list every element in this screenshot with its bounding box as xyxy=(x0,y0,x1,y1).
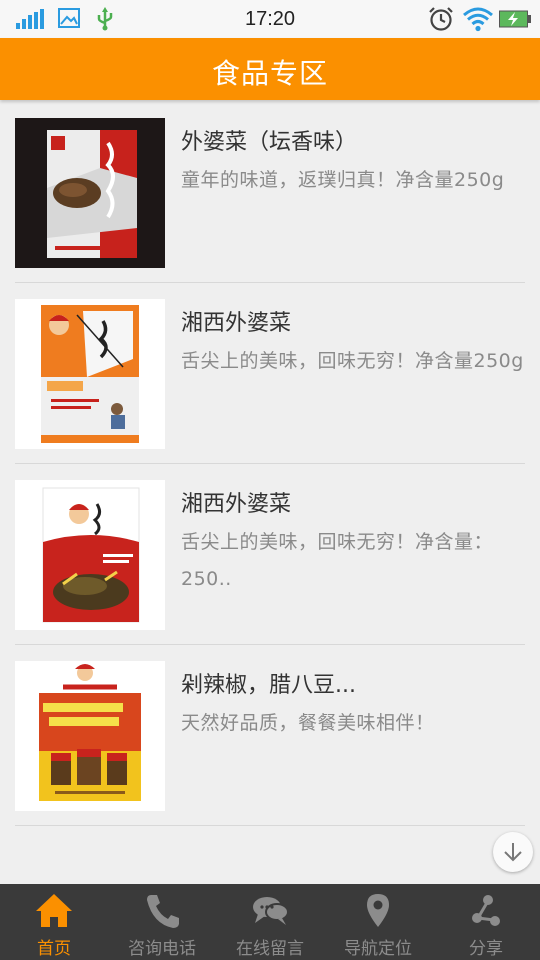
page-title: 食品专区 xyxy=(211,57,328,90)
product-description: 天然好品质，餐餐美味相伴！ xyxy=(181,712,435,734)
product-image[interactable] xyxy=(15,480,165,630)
home-icon xyxy=(36,894,72,927)
nav-item-share[interactable]: 分享 xyxy=(432,884,540,960)
phone-icon xyxy=(147,895,179,928)
nav-label: 分享 xyxy=(469,939,503,959)
nav-item-message[interactable]: 在线留言 xyxy=(216,884,324,960)
product-list-item[interactable]: 湘西外婆菜 舌尖上的美味，回味无穷！净含量：250.. xyxy=(0,464,540,645)
product-list-item[interactable]: 剁辣椒，腊八豆... 天然好品质，餐餐美味相伴！ xyxy=(0,645,540,826)
app-header: 食品专区 xyxy=(0,38,540,100)
alarm-clock-icon xyxy=(429,7,453,31)
product-title: 湘西外婆菜 xyxy=(181,492,292,517)
battery-charging-icon xyxy=(499,10,531,28)
nav-label: 首页 xyxy=(37,939,71,959)
product-title: 外婆菜（坛香味） xyxy=(181,130,358,155)
map-pin-icon xyxy=(367,894,389,927)
nav-label: 在线留言 xyxy=(236,939,304,959)
scroll-down-button[interactable] xyxy=(493,832,533,872)
share-icon xyxy=(472,895,500,926)
product-image[interactable] xyxy=(15,661,165,811)
clock-time: 17:20 xyxy=(244,8,296,30)
product-description: 舌尖上的美味，回味无穷！净含量250g xyxy=(181,350,524,372)
status-bar: 17:20 xyxy=(0,0,540,38)
product-image[interactable] xyxy=(15,118,165,268)
product-description: 舌尖上的美味，回味无穷！净含量：250.. xyxy=(181,531,494,590)
bottom-nav: 首页 咨询电话 在线留言 导航定位 分享 xyxy=(0,884,540,960)
arrow-down-icon xyxy=(504,843,522,862)
product-title: 湘西外婆菜 xyxy=(181,311,292,336)
nav-label: 咨询电话 xyxy=(128,939,196,959)
chat-bubbles-icon xyxy=(253,897,289,925)
product-image[interactable] xyxy=(15,299,165,449)
product-list-item[interactable]: 外婆菜（坛香味） 童年的味道，返璞归真！净含量250g xyxy=(0,102,540,283)
nav-item-phone[interactable]: 咨询电话 xyxy=(108,884,216,960)
product-title: 剁辣椒，腊八豆... xyxy=(181,673,356,698)
divider xyxy=(15,825,525,826)
product-description: 童年的味道，返璞归真！净含量250g xyxy=(181,169,505,191)
nav-item-home[interactable]: 首页 xyxy=(0,884,108,960)
wifi-icon xyxy=(463,7,493,32)
product-list-item[interactable]: 湘西外婆菜 舌尖上的美味，回味无穷！净含量250g xyxy=(0,283,540,464)
nav-label: 导航定位 xyxy=(344,939,412,959)
nav-item-navigation[interactable]: 导航定位 xyxy=(324,884,432,960)
